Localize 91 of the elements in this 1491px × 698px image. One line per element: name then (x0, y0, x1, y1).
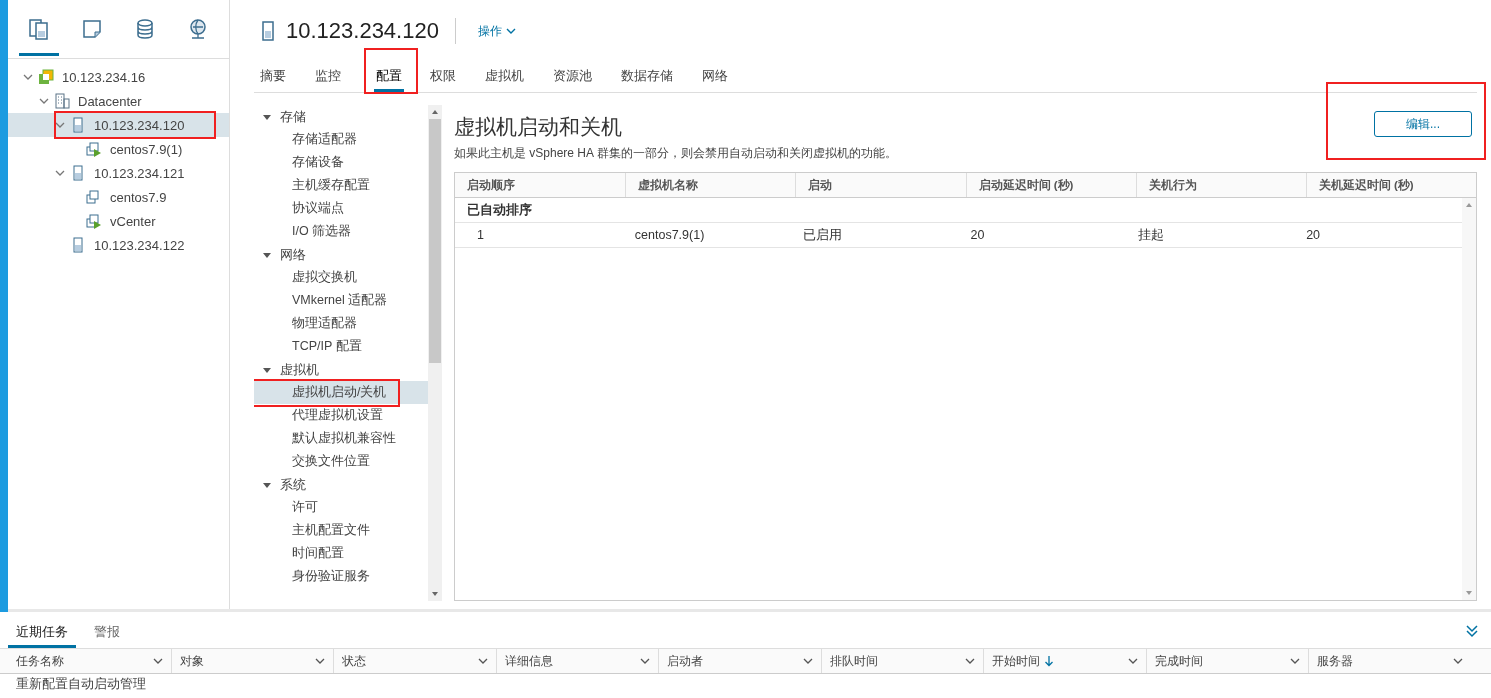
dropdown-icon[interactable] (802, 657, 813, 665)
nav-item[interactable]: 许可 (254, 496, 428, 519)
edit-button[interactable]: 编辑... (1374, 111, 1472, 137)
nav-item[interactable]: 存储适配器 (254, 128, 428, 151)
tree-item[interactable]: Datacenter (8, 89, 229, 113)
dropdown-icon[interactable] (152, 657, 163, 665)
tab[interactable]: 资源池 (547, 62, 606, 92)
table-cell-text: 1 (476, 227, 485, 244)
nav-item[interactable]: 默认虚拟机兼容性 (254, 427, 428, 450)
table-cell-text: centos7.9(1) (633, 227, 706, 244)
column-header[interactable]: 虚拟机名称 (625, 173, 796, 197)
chevron-icon (505, 27, 516, 35)
tree-item[interactable]: 10.123.234.122 (8, 233, 229, 257)
server-icon (70, 237, 86, 253)
nav-group[interactable]: 存储 (254, 105, 428, 128)
nav-group[interactable]: 虚拟机 (254, 358, 428, 381)
column-header[interactable]: 启动延迟时间 (秒) (965, 173, 1136, 197)
host-title: 10.123.234.120 (286, 18, 439, 44)
column-header[interactable]: 服务器 (1317, 652, 1354, 670)
tab[interactable]: 权限 (424, 62, 470, 92)
table-cell-text: 20 (1305, 227, 1322, 244)
nav-item[interactable]: 主机缓存配置 (254, 174, 428, 197)
table-cell-text: 20 (969, 227, 986, 244)
nav-item[interactable]: 主机配置文件 (254, 519, 428, 542)
column-header[interactable]: 完成时间 (1154, 652, 1203, 670)
tree-item[interactable]: vCenter (8, 209, 229, 233)
scrollbar[interactable] (428, 105, 442, 601)
tree-item[interactable]: centos7.9 (8, 185, 229, 209)
column-header[interactable]: 对象 (179, 652, 204, 670)
column-header[interactable]: 关机行为 (1135, 173, 1306, 197)
nav-item[interactable]: 交换文件位置 (254, 450, 428, 473)
column-header[interactable]: 排队时间 (829, 652, 878, 670)
hosts-icon (27, 18, 50, 40)
column-header[interactable]: 启动 (795, 173, 966, 197)
dropdown-icon[interactable] (315, 657, 326, 665)
dropdown-icon[interactable] (1290, 657, 1301, 665)
nav-item[interactable]: 代理虚拟机设置 (254, 404, 428, 427)
nav-item[interactable]: 协议端点 (254, 197, 428, 220)
scrollbar[interactable] (1462, 198, 1476, 600)
collapse-icon[interactable] (1465, 624, 1479, 638)
tree-item[interactable]: centos7.9(1) (8, 137, 229, 161)
column-header[interactable]: 状态 (342, 652, 367, 670)
column-header[interactable]: 任务名称 (16, 652, 64, 670)
dropdown-icon[interactable] (640, 657, 651, 665)
tree-item[interactable]: 10.123.234.16 (8, 65, 229, 89)
column-header[interactable]: 启动顺序 (455, 173, 626, 197)
info-text: 如果此主机是 vSphere HA 群集的一部分，则会禁用自动启动和关闭虚拟机的功能。 (454, 145, 897, 162)
nav-item[interactable]: 虚拟机启动/关机 (254, 381, 428, 404)
nav-group[interactable]: 网络 (254, 243, 428, 266)
nav-item[interactable]: 物理适配器 (254, 312, 428, 335)
dropdown-icon[interactable] (965, 657, 976, 665)
nav-item[interactable]: 身份验证服务 (254, 565, 428, 588)
dropdown-icon[interactable] (477, 657, 488, 665)
column-header[interactable]: 详细信息 (504, 652, 553, 670)
tab[interactable]: 网络 (696, 62, 742, 92)
server-icon (260, 21, 276, 41)
nav-item[interactable]: 存储设备 (254, 151, 428, 174)
nav-item[interactable]: VMkernel 适配器 (254, 289, 428, 312)
tree-item[interactable]: 10.123.234.121 (8, 161, 229, 185)
server-icon (70, 165, 86, 181)
table-cell-text: 已启用 (801, 227, 843, 244)
nav-item[interactable]: TCP/IP 配置 (254, 335, 428, 358)
vm-running-icon (86, 213, 102, 229)
tab[interactable]: 配置 (374, 62, 404, 92)
tab[interactable]: 虚拟机 (479, 62, 538, 92)
column-header[interactable]: 开始时间 (992, 652, 1055, 670)
nav-item[interactable]: 时间配置 (254, 542, 428, 565)
group-row: 已自动排序 (455, 198, 1462, 223)
nav-group[interactable]: 系统 (254, 473, 428, 496)
sort-arrow-icon (1044, 655, 1055, 667)
tree-item[interactable]: 10.123.234.120 (8, 113, 229, 137)
table-cell-text: 挂起 (1137, 227, 1166, 244)
vm-icon (86, 189, 102, 205)
server-icon (70, 117, 86, 133)
nav-item[interactable]: 虚拟交换机 (254, 266, 428, 289)
section-title: 虚拟机启动和关机 (454, 114, 623, 140)
vm-running-icon (86, 141, 102, 157)
dropdown-icon[interactable] (1453, 657, 1463, 665)
actions-menu[interactable]: 操作 (471, 21, 522, 41)
tab[interactable]: 警报 (86, 618, 128, 648)
table-cell-text: 重新配置自动启动管理 (16, 676, 147, 693)
dropdown-icon[interactable] (1127, 657, 1138, 665)
column-header[interactable]: 关机延迟时间 (秒) (1305, 173, 1476, 197)
tab[interactable]: 数据存储 (615, 62, 687, 92)
tab[interactable]: 摘要 (254, 62, 300, 92)
vcenter-icon (38, 69, 54, 85)
tab[interactable]: 监控 (309, 62, 355, 92)
nav-item[interactable]: I/O 筛选器 (254, 220, 428, 243)
building-icon (54, 93, 70, 109)
column-header[interactable]: 启动者 (667, 652, 704, 670)
document-icon (80, 18, 103, 40)
